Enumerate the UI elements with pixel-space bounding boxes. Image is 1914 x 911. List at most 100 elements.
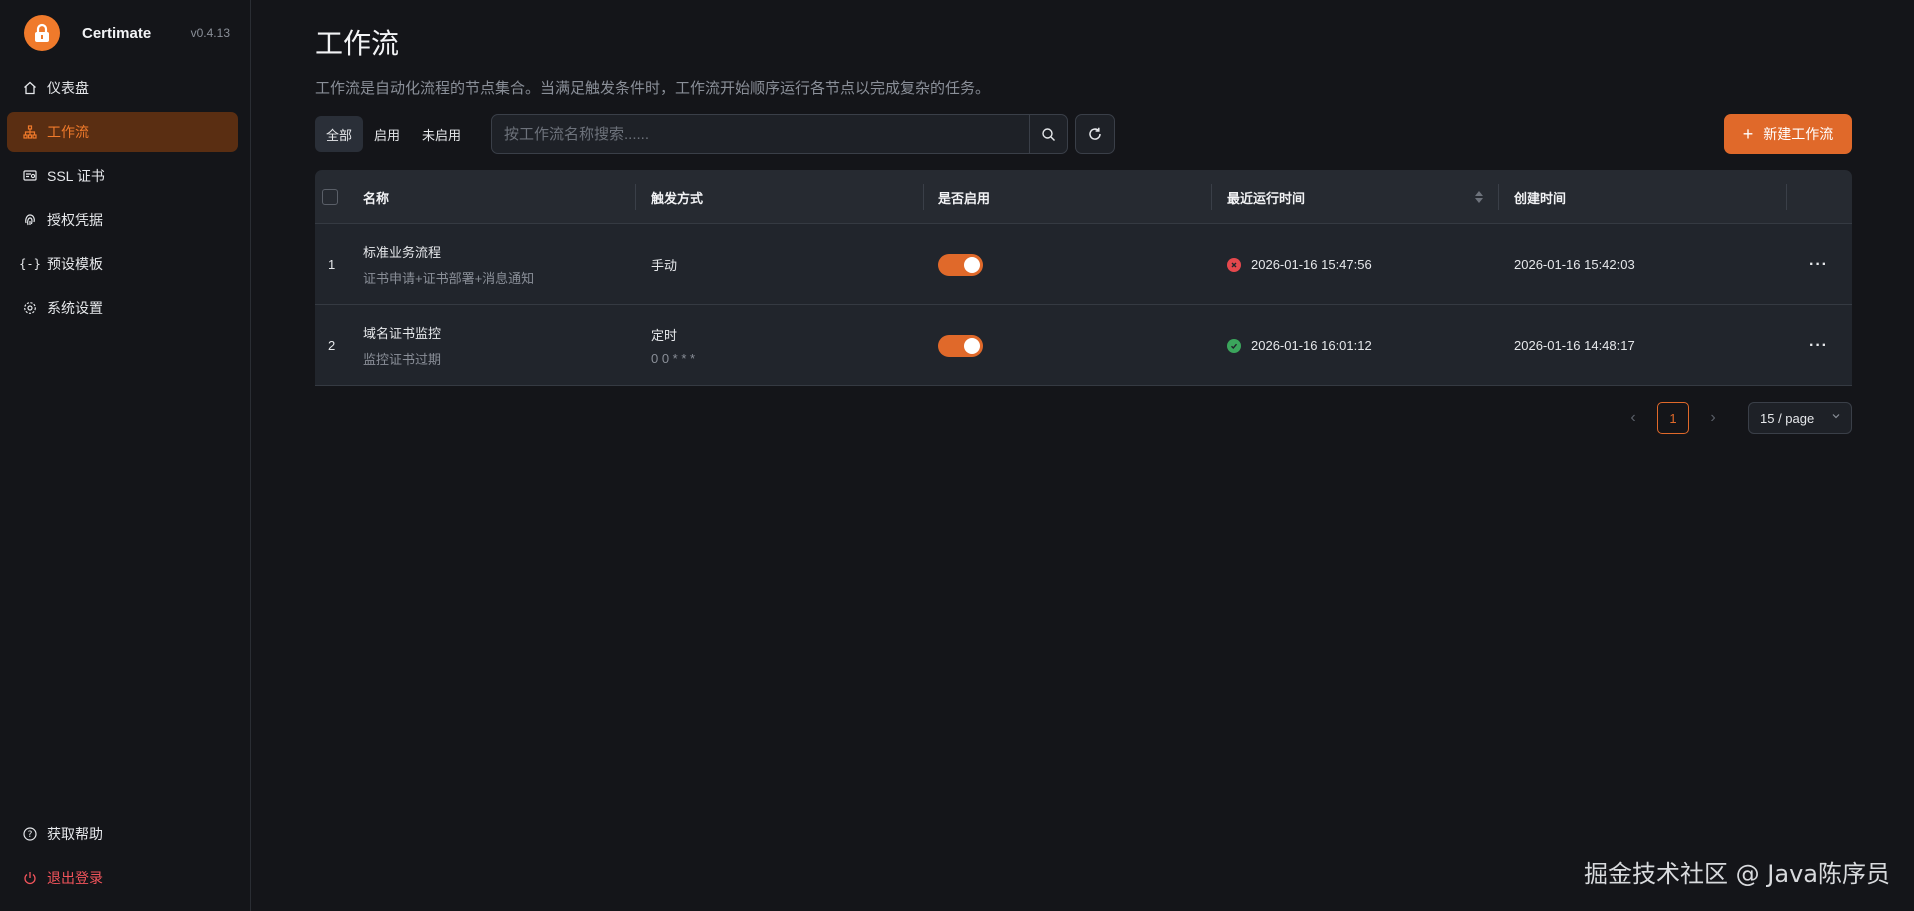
refresh-icon [1089, 127, 1101, 140]
workflow-name-cell: 域名证书监控 监控证书过期 [363, 305, 441, 386]
table-row[interactable]: 2 域名证书监控 监控证书过期 定时 0 0 * * * 2026-01-16 … [315, 305, 1852, 386]
sidebar-item-label: 预设模板 [47, 256, 103, 272]
new-workflow-label: 新建工作流 [1763, 126, 1834, 142]
column-enabled: 是否启用 [938, 190, 991, 206]
page-size-value: 15 / page [1760, 410, 1815, 426]
enabled-toggle[interactable] [938, 253, 983, 276]
status-filter: 全部 启用 未启用 [315, 116, 472, 152]
page-title: 工作流 [315, 28, 400, 59]
logout-label: 退出登录 [47, 870, 103, 886]
workflow-description: 监控证书过期 [363, 352, 442, 367]
enabled-cell [938, 305, 983, 386]
pagination: ‹ 1 › 15 / page [1618, 402, 1852, 434]
more-actions-icon[interactable]: ··· [1809, 305, 1828, 386]
workflow-name[interactable]: 标准业务流程 [363, 242, 534, 261]
certificate-icon [22, 168, 38, 184]
workflow-description: 证书申请+证书部署+消息通知 [363, 271, 535, 286]
help-icon: ? [22, 826, 38, 842]
refresh-button[interactable] [1075, 114, 1115, 154]
sidebar-item-workflows[interactable]: 工作流 [7, 112, 238, 152]
sidebar-item-certificates[interactable]: SSL 证书 [7, 156, 238, 196]
column-last-run[interactable]: 最近运行时间 [1227, 170, 1483, 224]
svg-text:?: ? [28, 830, 33, 840]
enabled-toggle[interactable] [938, 334, 983, 357]
column-divider [635, 184, 636, 210]
cron-expression: 0 0 * * * [651, 351, 696, 366]
trigger-type: 手动 [651, 258, 678, 273]
workflow-table: 名称 触发方式 是否启用 最近运行时间 创建时间 1 标准业务流程 证书申请+证… [315, 170, 1852, 386]
sidebar-item-templates[interactable]: {-} 预设模板 [7, 244, 238, 284]
sidebar-item-label: 仪表盘 [47, 80, 89, 96]
logout-button[interactable]: 退出登录 [7, 858, 238, 898]
row-index: 2 [328, 338, 336, 353]
select-all-cell [322, 170, 338, 224]
column-divider [1211, 184, 1212, 210]
last-run-time: 2026-01-16 16:01:12 [1251, 338, 1372, 353]
sidebar-bottom: ? 获取帮助 退出登录 [7, 814, 238, 902]
workflow-name-cell: 标准业务流程 证书申请+证书部署+消息通知 [363, 224, 534, 305]
chevron-down-icon [1832, 414, 1840, 419]
filter-enabled[interactable]: 启用 [363, 116, 411, 152]
sidebar-item-label: 系统设置 [47, 300, 103, 316]
column-created: 创建时间 [1514, 190, 1567, 206]
created-time: 2026-01-16 15:42:03 [1514, 257, 1635, 272]
plus-icon: + [1742, 124, 1754, 144]
error-status-icon [1227, 257, 1241, 272]
filter-disabled[interactable]: 未启用 [411, 116, 472, 152]
sidebar-item-settings[interactable]: 系统设置 [7, 288, 238, 328]
filter-all[interactable]: 全部 [315, 116, 364, 152]
page-number[interactable]: 1 [1657, 402, 1689, 434]
braces-icon: {-} [19, 257, 41, 271]
enabled-cell [938, 224, 983, 305]
sidebar-item-label: 工作流 [47, 124, 89, 140]
search-button[interactable] [1029, 115, 1067, 153]
success-status-icon [1227, 338, 1241, 353]
table-header: 名称 触发方式 是否启用 最近运行时间 创建时间 [315, 170, 1852, 224]
toolbar: 全部 启用 未启用 + 新建工作流 [315, 114, 1852, 154]
help-link[interactable]: ? 获取帮助 [7, 814, 238, 854]
next-page-icon[interactable]: › [1698, 402, 1728, 434]
trigger-cell: 手动 [651, 224, 677, 305]
workflow-icon [22, 124, 38, 140]
column-name: 名称 [363, 190, 390, 206]
more-actions-icon[interactable]: ··· [1809, 224, 1828, 305]
prev-page-icon[interactable]: ‹ [1618, 402, 1648, 434]
column-divider [1498, 184, 1499, 210]
last-run-cell: 2026-01-16 16:01:12 [1227, 305, 1372, 386]
sidebar-nav: 仪表盘 工作流 SSL 证书 授权凭据 {-} 预设模板 系统设置 [7, 68, 238, 332]
last-run-cell: 2026-01-16 15:47:56 [1227, 224, 1372, 305]
sort-icon[interactable] [1475, 191, 1483, 203]
sidebar-item-label: SSL 证书 [47, 168, 105, 184]
column-last-run-label: 最近运行时间 [1227, 190, 1306, 206]
created-time: 2026-01-16 14:48:17 [1514, 338, 1635, 353]
search-icon [1042, 127, 1055, 141]
search-input[interactable] [492, 115, 1029, 153]
help-label: 获取帮助 [47, 826, 103, 842]
home-icon [22, 80, 38, 96]
sidebar-item-label: 授权凭据 [47, 212, 103, 228]
page-description: 工作流是自动化流程的节点集合。当满足触发条件时，工作流开始顺序运行各节点以完成复… [315, 80, 991, 97]
table-row[interactable]: 1 标准业务流程 证书申请+证书部署+消息通知 手动 2026-01-16 15… [315, 224, 1852, 305]
page-size-select[interactable]: 15 / page [1748, 402, 1852, 434]
new-workflow-button[interactable]: + 新建工作流 [1724, 114, 1852, 154]
version-label: v0.4.13 [190, 26, 230, 40]
select-all-checkbox[interactable] [322, 189, 338, 205]
trigger-cell: 定时 0 0 * * * [651, 305, 695, 386]
brand-name: Certimate [82, 24, 152, 42]
column-divider [923, 184, 924, 210]
column-divider [1786, 184, 1787, 210]
watermark: 掘金技术社区 @ Java陈序员 [1584, 860, 1890, 888]
sidebar: Certimate v0.4.13 仪表盘 工作流 SSL 证书 授权凭据 {-… [0, 0, 251, 911]
row-index: 1 [328, 257, 336, 272]
gear-icon [22, 300, 38, 316]
last-run-time: 2026-01-16 15:47:56 [1251, 257, 1372, 272]
sidebar-item-dashboard[interactable]: 仪表盘 [7, 68, 238, 108]
search-box [491, 114, 1068, 154]
trigger-type: 定时 [651, 328, 678, 343]
brand[interactable]: Certimate v0.4.13 [24, 14, 234, 52]
column-trigger: 触发方式 [651, 190, 704, 206]
logo-icon [24, 15, 60, 51]
power-icon [22, 870, 38, 886]
sidebar-item-credentials[interactable]: 授权凭据 [7, 200, 238, 240]
workflow-name[interactable]: 域名证书监控 [363, 323, 441, 342]
